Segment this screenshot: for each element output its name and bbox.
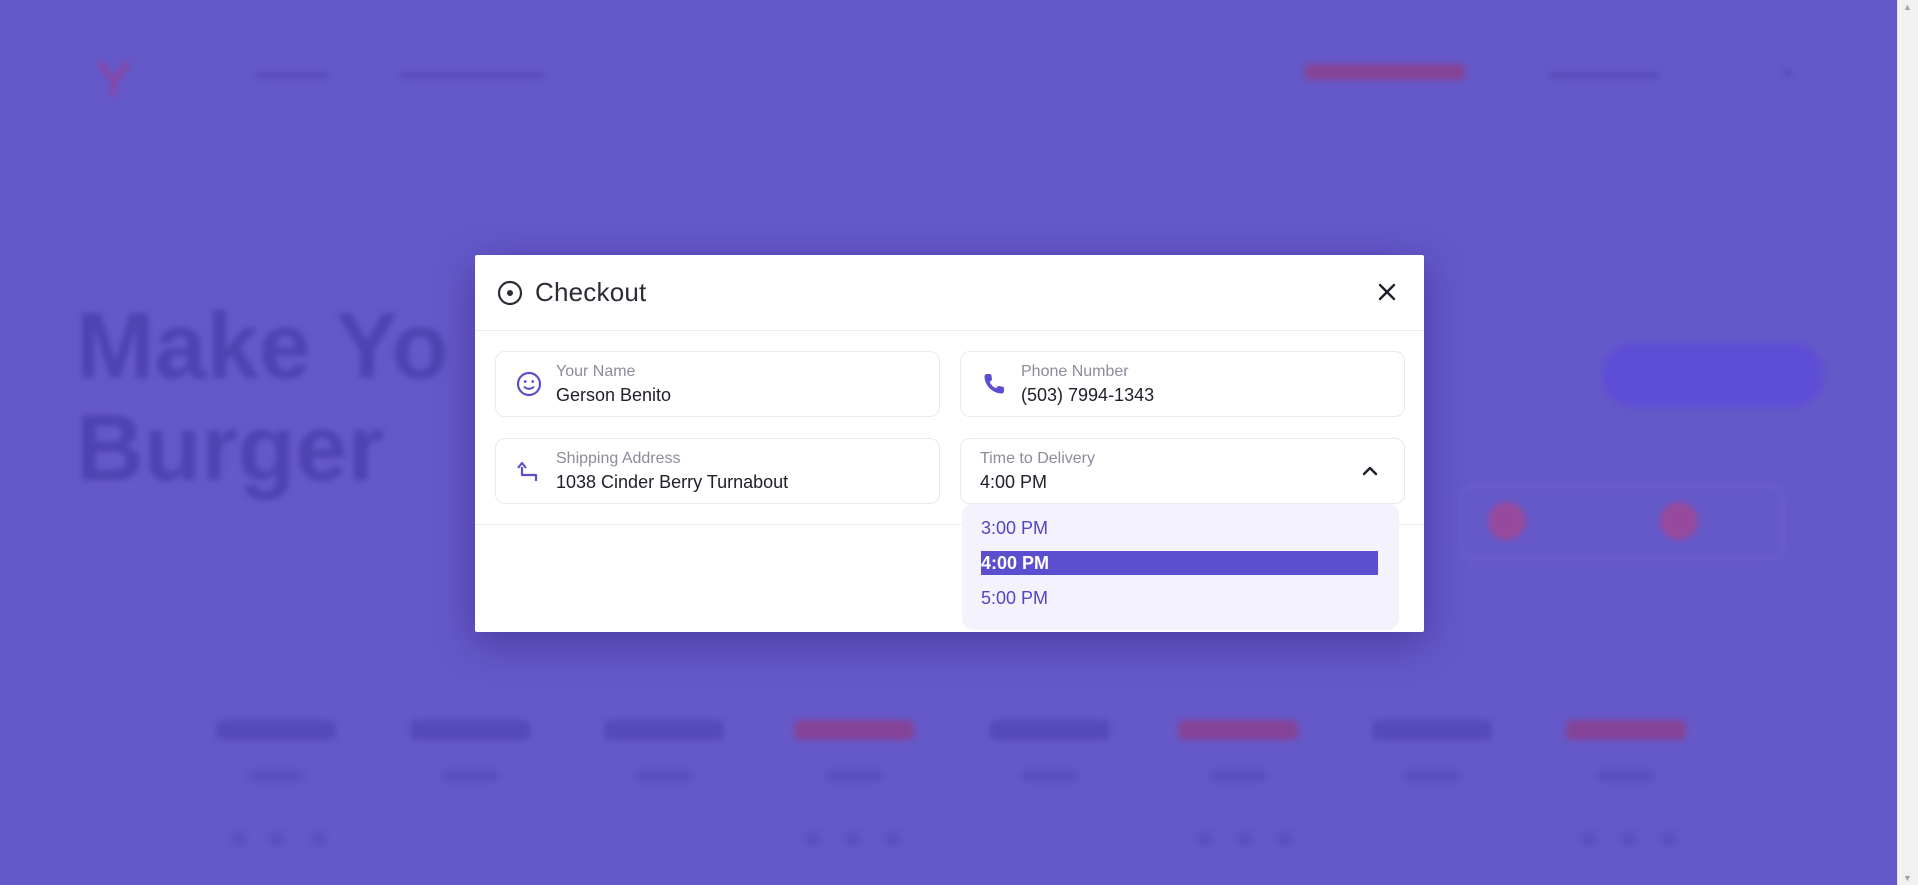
time-option-5pm[interactable]: 5:00 PM [981,586,1378,610]
hero-dot [1488,502,1526,540]
delivery-time-label: Time to Delivery [980,450,1095,467]
close-button[interactable] [1372,277,1402,307]
nav-link: ▬▬▬▬▬▬▬▬ [400,62,544,82]
scroll-up-arrow-icon[interactable]: ▲ [1903,2,1912,12]
delivery-time-select[interactable]: Time to Delivery 4:00 PM [960,438,1405,504]
chevron-up-icon[interactable] [1360,461,1380,481]
brand-social-icon [1198,832,1212,846]
brand-social-icon [886,832,900,846]
brand-strip-item [1372,720,1492,740]
brand-strip-item [410,720,530,740]
nav-link: ▬▬▬▬ [256,62,328,82]
address-label: Shipping Address [556,450,681,467]
address-field[interactable]: Shipping Address 1038 Cinder Berry Turna… [495,438,940,504]
brand-social-icon [232,832,246,846]
brand-caption [636,770,692,782]
brand-social-icon [1582,832,1596,846]
brand-caption [826,770,882,782]
brand-social-icon [1238,832,1252,846]
nav-link: ▬▬▬▬▬▬ [1550,62,1658,82]
brand-logo-icon [97,60,131,96]
phone-icon [984,374,1004,394]
brand-social-icon [270,832,284,846]
brand-strip-item [216,720,336,740]
page-scrollbar[interactable]: ▲ ▼ [1897,0,1918,885]
modal-title: Checkout [535,277,647,307]
checkout-modal: Checkout Your Name Gerson Benito Phone N… [475,255,1424,632]
nav-highlight [1305,64,1465,80]
brand-strip-item [604,720,724,740]
close-icon[interactable] [1377,282,1397,302]
brand-social-icon [846,832,860,846]
brand-strip-item [990,720,1110,740]
brand-social-icon [806,832,820,846]
brand-social-icon [1662,832,1676,846]
turn-up-arrow-icon [517,461,538,481]
target-circle-icon [497,280,523,306]
smiley-face-icon [516,371,542,397]
phone-field[interactable]: Phone Number (503) 7994-1343 [960,351,1405,417]
phone-label: Phone Number [1021,363,1129,380]
hero-heading: Make Yo Burger [76,293,449,500]
delivery-time-dropdown: 3:00 PM 4:00 PM 5:00 PM [962,504,1399,630]
brand-caption [1210,770,1266,782]
scroll-down-arrow-icon[interactable]: ▼ [1903,873,1912,883]
name-label: Your Name [556,363,636,380]
delivery-time-value[interactable]: 4:00 PM [980,472,1047,493]
modal-header: Checkout [475,255,1424,331]
hero-cta [1602,343,1824,407]
brand-strip-item [1566,720,1686,740]
brand-strip-item [1178,720,1298,740]
brand-strip-item [794,720,914,740]
time-option-3pm[interactable]: 3:00 PM [981,516,1378,540]
nav-cart: ● [1782,62,1793,82]
address-value[interactable]: 1038 Cinder Berry Turnabout [556,472,788,493]
brand-caption [442,770,498,782]
brand-social-icon [312,832,326,846]
brand-social-icon [1278,832,1292,846]
name-field[interactable]: Your Name Gerson Benito [495,351,940,417]
brand-caption [1598,770,1654,782]
name-value[interactable]: Gerson Benito [556,385,671,406]
hero-dot [1660,502,1698,540]
brand-caption [1022,770,1078,782]
time-option-4pm-selected[interactable]: 4:00 PM [981,551,1378,575]
phone-value[interactable]: (503) 7994-1343 [1021,385,1154,406]
brand-caption [248,770,304,782]
brand-caption [1404,770,1460,782]
brand-social-icon [1622,832,1636,846]
